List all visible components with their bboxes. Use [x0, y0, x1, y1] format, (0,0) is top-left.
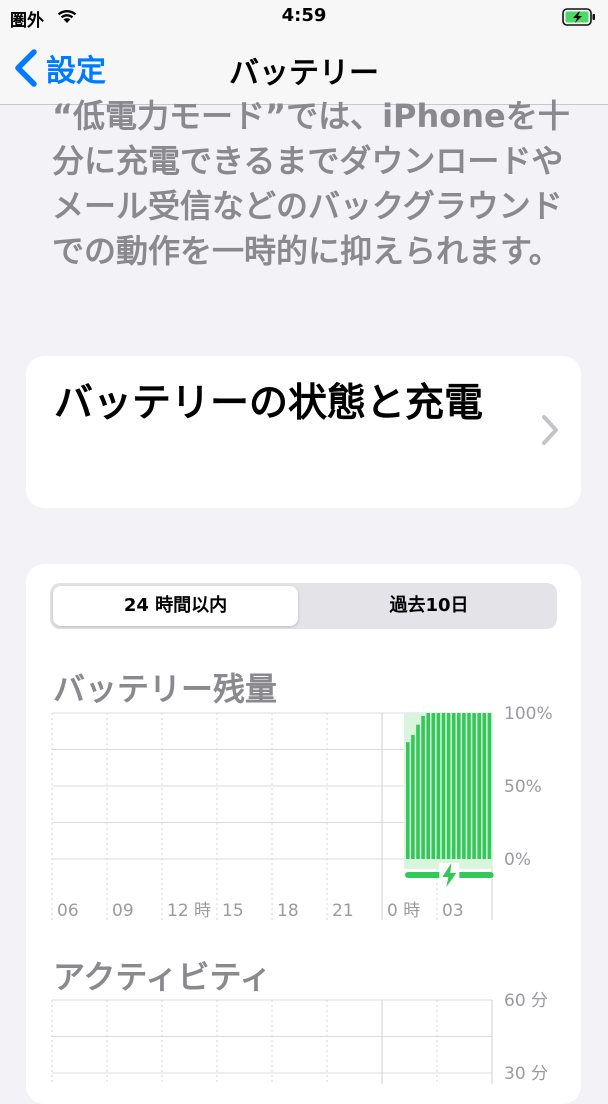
activity-y-tick: 60 分	[504, 991, 548, 1011]
battery-x-tick: 03	[442, 901, 464, 921]
battery-y-tick: 100%	[504, 704, 553, 724]
battery-x-tick: 0 時	[387, 901, 420, 921]
chevron-right-icon	[542, 415, 558, 445]
battery-level-bar	[446, 713, 451, 859]
battery-level-bar	[441, 713, 446, 859]
battery-health-row[interactable]: バッテリーの状態と充電	[26, 356, 581, 508]
battery-y-tick: 50%	[504, 777, 542, 797]
status-bar: 圏外 4:59	[0, 0, 608, 34]
battery-x-tick: 06	[57, 901, 79, 921]
battery-x-tick: 12 時	[167, 901, 211, 921]
battery-health-label: バッテリーの状態と充電	[54, 381, 484, 426]
battery-x-tick: 18	[277, 901, 299, 921]
battery-level-bar	[426, 713, 430, 859]
battery-level-bar	[467, 713, 471, 859]
battery-level-bar	[482, 713, 487, 859]
battery-level-bar	[436, 713, 441, 859]
battery-level-bar	[457, 713, 461, 859]
battery-level-bar	[451, 713, 456, 859]
low-power-description: “低電力モード”では、iPhoneを十分に充電できるまでダウンロードやメール受信…	[52, 97, 570, 270]
battery-x-tick: 09	[112, 901, 134, 921]
battery-level-bar	[416, 724, 420, 859]
battery-level-bar	[462, 713, 466, 859]
battery-level-bar	[472, 713, 476, 859]
battery-level-bar	[477, 713, 481, 859]
battery-x-tick: 15	[222, 901, 244, 921]
battery-level-bar	[421, 715, 425, 859]
activity-y-tick: 30 分	[504, 1064, 548, 1084]
battery-level-bar	[487, 713, 492, 859]
battery-x-tick: 21	[332, 901, 354, 921]
battery-level-bar	[406, 742, 410, 859]
page-title: バッテリー	[229, 56, 379, 91]
battery-level-bar	[411, 734, 415, 859]
charts-canvas: 100% 50% 0% 06 09 12 時 15 18 21 0 時 03 60 分 30 分	[51, 704, 553, 1084]
status-time: 4:59	[281, 5, 327, 26]
battery-y-tick: 0%	[504, 850, 531, 870]
battery-charging-icon	[562, 8, 595, 26]
battery-usage-card: 24 時間以内 過去10日 バッテリー残量 アクティビティ 100% 50% 0% …	[26, 564, 581, 1104]
battery-level-bar	[431, 713, 436, 859]
